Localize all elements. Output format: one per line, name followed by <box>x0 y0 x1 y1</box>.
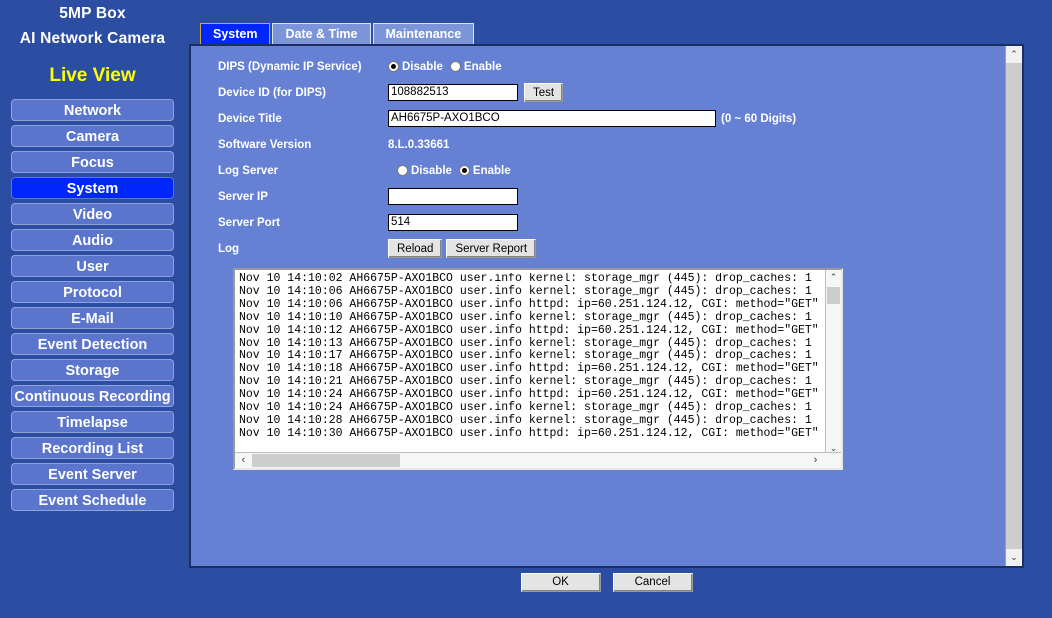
row-server-port: Server Port <box>218 211 978 234</box>
row-device-title: Device Title (0 ~ 60 Digits) <box>218 107 978 130</box>
device-title-label: Device Title <box>218 112 282 125</box>
sidebar-item-timelapse[interactable]: Timelapse <box>11 411 174 433</box>
server-port-input[interactable] <box>388 214 518 231</box>
software-version-value: 8.L.0.33661 <box>388 138 450 151</box>
footer-actions: OK Cancel <box>189 573 1024 592</box>
log-label: Log <box>218 242 240 255</box>
log-line: Nov 10 14:10:30 AH6675P-AXO1BCO user.inf… <box>239 426 817 440</box>
log-horizontal-scrollbar[interactable]: ‹ › <box>235 452 841 468</box>
sidebar-item-video[interactable]: Video <box>11 203 174 225</box>
log-line: Nov 10 14:10:10 AH6675P-AXO1BCO user.inf… <box>239 310 812 324</box>
log-server-label: Log Server <box>218 164 279 177</box>
log-server-enable-radio[interactable] <box>458 165 470 176</box>
log-output-text: Nov 10 14:10:02 AH6675P-AXO1BCO user.inf… <box>239 273 817 448</box>
log-line: Nov 10 14:10:28 AH6675P-AXO1BCO user.inf… <box>239 413 812 427</box>
log-vertical-scrollbar[interactable]: ⌃ ⌄ <box>825 270 841 456</box>
server-port-label: Server Port <box>218 216 281 229</box>
device-title-hint: (0 ~ 60 Digits) <box>721 112 797 125</box>
sidebar-item-protocol[interactable]: Protocol <box>11 281 174 303</box>
panel-scroll-up-icon[interactable]: ⌃ <box>1006 46 1022 63</box>
log-scroll-right-icon[interactable]: › <box>808 453 823 468</box>
row-device-id: Device ID (for DIPS) Test <box>218 81 978 104</box>
log-line: Nov 10 14:10:06 AH6675P-AXO1BCO user.inf… <box>239 297 817 311</box>
sidebar-menu: Network Camera Focus System Video Audio User Pr… <box>0 99 185 511</box>
settings-panel: DIPS (Dynamic IP Service) Disable Enable… <box>189 44 1024 568</box>
device-title-input[interactable] <box>388 110 716 127</box>
software-version-label: Software Version <box>218 138 312 151</box>
panel-scroll-down-icon[interactable]: ⌄ <box>1006 549 1022 566</box>
ok-button[interactable]: OK <box>520 573 601 592</box>
live-view-link[interactable]: Live View <box>0 65 185 87</box>
cancel-button[interactable]: Cancel <box>612 573 693 592</box>
tab-system[interactable]: System <box>200 23 271 44</box>
log-server-enable-label: Enable <box>472 164 511 177</box>
sidebar-item-focus[interactable]: Focus <box>11 151 174 173</box>
dips-disable-label: Disable <box>402 60 443 73</box>
log-line: Nov 10 14:10:02 AH6675P-AXO1BCO user.inf… <box>239 273 812 285</box>
sidebar-item-e-mail[interactable]: E-Mail <box>11 307 174 329</box>
sidebar-item-user[interactable]: User <box>11 255 174 277</box>
brand-title-line1: 5MP Box <box>59 5 126 22</box>
row-server-ip: Server IP <box>218 185 978 208</box>
sidebar-item-event-detection[interactable]: Event Detection <box>11 333 174 355</box>
log-hscroll-thumb[interactable] <box>252 454 400 467</box>
sidebar-item-camera[interactable]: Camera <box>11 125 174 147</box>
tab-date-time[interactable]: Date & Time <box>272 23 371 44</box>
log-scroll-up-icon[interactable]: ⌃ <box>826 270 841 285</box>
sidebar-item-event-schedule[interactable]: Event Schedule <box>11 489 174 511</box>
log-line: Nov 10 14:10:12 AH6675P-AXO1BCO user.inf… <box>239 323 817 337</box>
dips-enable-radio[interactable] <box>449 61 461 72</box>
dips-radio-group: Disable Enable <box>388 61 502 73</box>
server-ip-label: Server IP <box>218 190 268 203</box>
sidebar-item-event-server[interactable]: Event Server <box>11 463 174 485</box>
sidebar-item-continuous-recording[interactable]: Continuous Recording <box>11 385 174 407</box>
server-ip-input[interactable] <box>388 188 518 205</box>
sidebar-item-audio[interactable]: Audio <box>11 229 174 251</box>
tab-bar: System Date & Time Maintenance <box>200 23 476 44</box>
reload-button[interactable]: Reload <box>388 239 443 258</box>
test-button[interactable]: Test <box>524 83 564 102</box>
panel-vscroll-thumb[interactable] <box>1006 63 1022 549</box>
sidebar-item-system[interactable]: System <box>11 177 174 199</box>
row-log-server: Log Server Disable Enable <box>218 159 978 182</box>
row-dips: DIPS (Dynamic IP Service) Disable Enable <box>218 55 978 78</box>
panel-vertical-scrollbar[interactable]: ⌃ ⌄ <box>1005 46 1022 566</box>
log-scroll-left-icon[interactable]: ‹ <box>236 453 251 468</box>
server-report-button[interactable]: Server Report <box>446 239 537 258</box>
tab-maintenance[interactable]: Maintenance <box>372 23 475 44</box>
sidebar-item-recording-list[interactable]: Recording List <box>11 437 174 459</box>
log-server-disable-radio[interactable] <box>397 165 408 176</box>
log-line: Nov 10 14:10:06 AH6675P-AXO1BCO user.inf… <box>239 284 812 298</box>
device-id-label: Device ID (for DIPS) <box>218 86 326 99</box>
system-settings-form: DIPS (Dynamic IP Service) Disable Enable… <box>218 55 978 263</box>
log-output-box[interactable]: Nov 10 14:10:02 AH6675P-AXO1BCO user.inf… <box>233 268 843 470</box>
log-server-radio-group: Disable Enable <box>388 165 511 177</box>
device-id-input[interactable] <box>388 84 518 101</box>
row-software-version: Software Version 8.L.0.33661 <box>218 133 978 156</box>
log-server-disable-label: Disable <box>411 164 452 177</box>
dips-enable-label: Enable <box>463 60 502 73</box>
log-vscroll-thumb[interactable] <box>827 287 840 304</box>
brand-title-line2: AI Network Camera <box>19 30 166 47</box>
dips-disable-radio[interactable] <box>388 61 399 72</box>
dips-label: DIPS (Dynamic IP Service) <box>218 60 362 73</box>
row-log: Log Reload Server Report <box>218 237 978 260</box>
sidebar-item-network[interactable]: Network <box>11 99 174 121</box>
sidebar: 5MP Box AI Network Camera Live View Netw… <box>0 0 185 618</box>
sidebar-item-storage[interactable]: Storage <box>11 359 174 381</box>
